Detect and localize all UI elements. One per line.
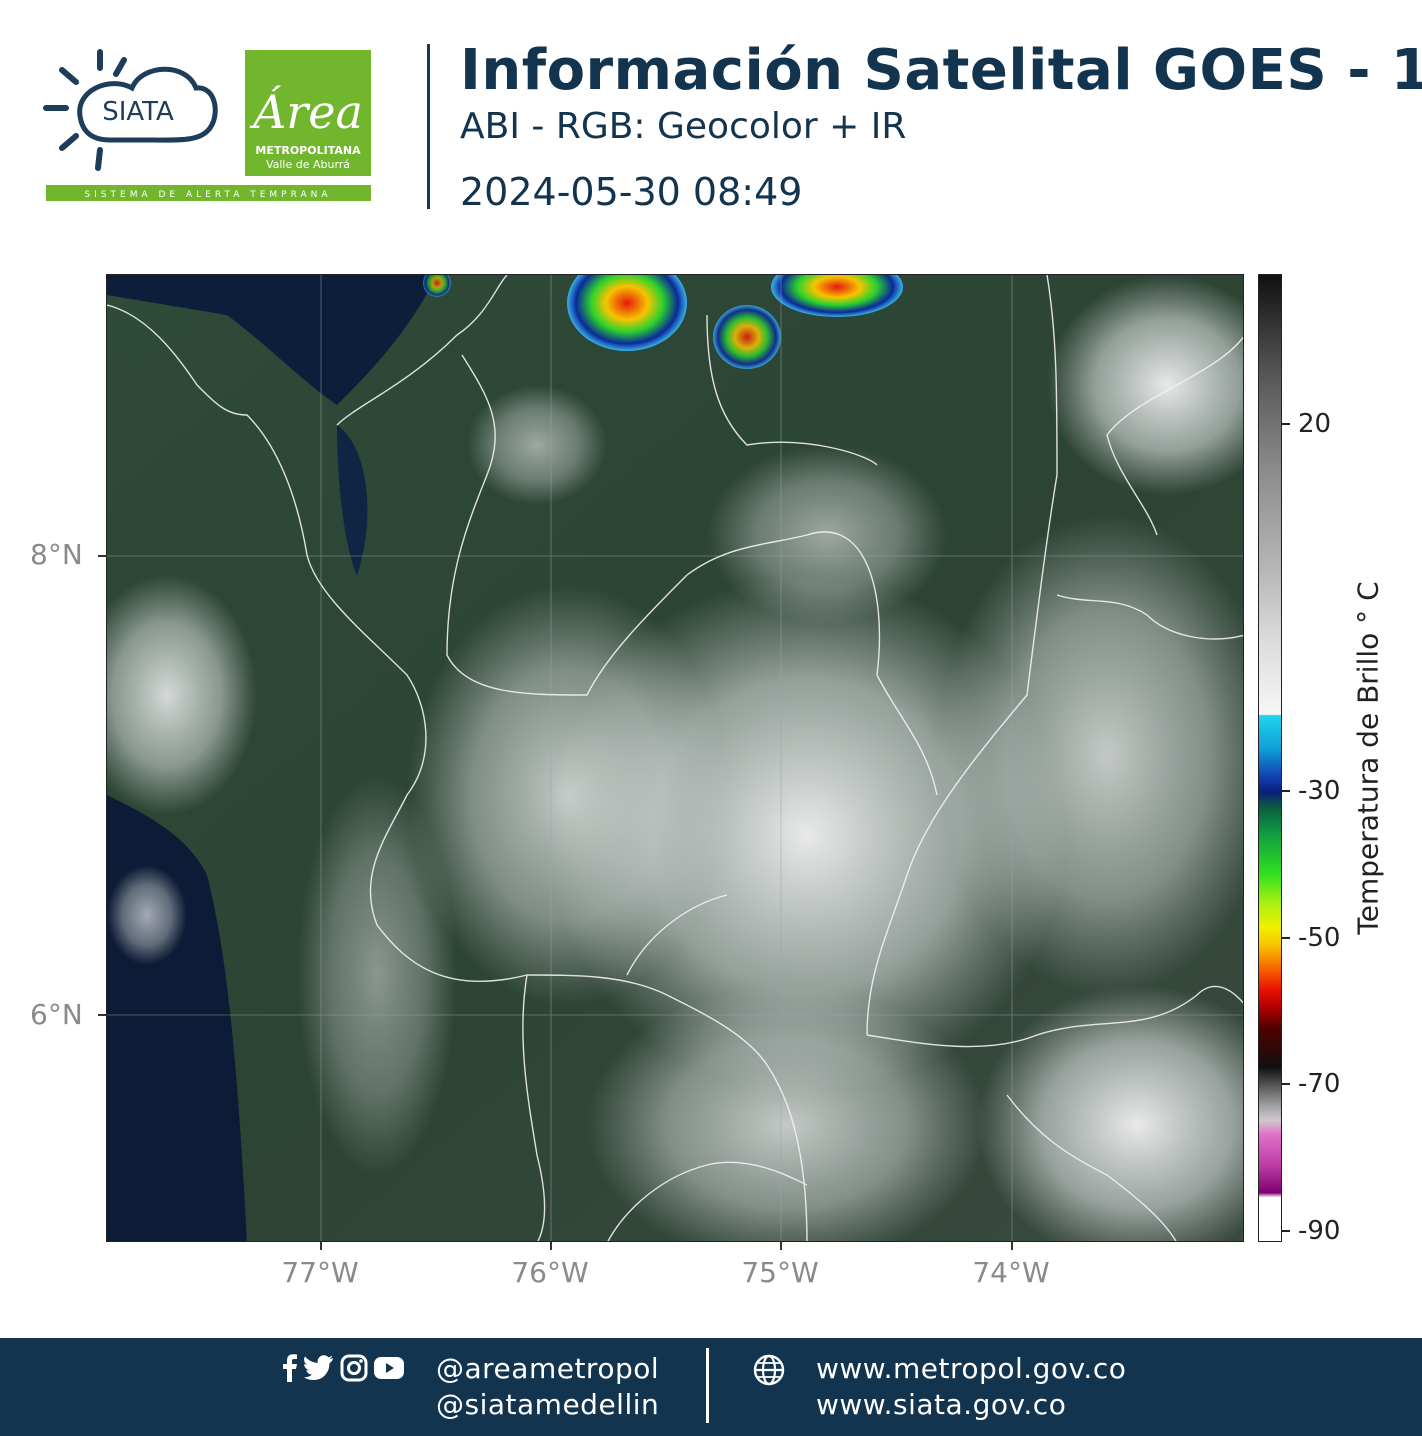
timestamp: 2024-05-30 08:49	[460, 170, 803, 214]
globe-icon	[753, 1354, 785, 1386]
lon-tick	[780, 1242, 782, 1250]
satellite-map	[106, 274, 1244, 1242]
colorbar-tick	[1282, 937, 1290, 939]
colorbar-label-minus70: -70	[1298, 1069, 1341, 1099]
svg-text:METROPOLITANA: METROPOLITANA	[255, 144, 361, 157]
colorbar-label-minus50: -50	[1298, 923, 1341, 953]
siata-logo: SIATA Área METROPOLITANA Valle de Aburrá…	[43, 49, 371, 201]
lat-label-8n: 8°N	[30, 538, 83, 571]
footer-url-siata[interactable]: www.siata.gov.co	[816, 1388, 1066, 1421]
colorbar-label-minus90: -90	[1298, 1216, 1341, 1246]
colorbar-label-minus30: -30	[1298, 776, 1341, 806]
lon-label-77w: 77°W	[281, 1256, 359, 1289]
lon-label-76w: 76°W	[511, 1256, 589, 1289]
footer-url-metropol[interactable]: www.metropol.gov.co	[816, 1352, 1126, 1385]
facebook-icon[interactable]	[282, 1354, 298, 1382]
colorbar-tick	[1282, 1230, 1290, 1232]
lon-tick	[320, 1242, 322, 1250]
siata-tagline: SISTEMA DE ALERTA TEMPRANA	[84, 190, 331, 200]
youtube-icon[interactable]	[374, 1356, 404, 1380]
colorbar-title: Temperatura de Brillo ° C	[1351, 581, 1385, 935]
twitter-icon[interactable]	[304, 1355, 334, 1381]
svg-text:Valle de Aburrá: Valle de Aburrá	[266, 158, 350, 171]
header-divider	[427, 44, 430, 209]
footer: @areametropol @siatamedellin www.metropo…	[0, 1338, 1422, 1436]
footer-handle-areametropol[interactable]: @areametropol	[436, 1352, 659, 1385]
lat-label-6n: 6°N	[30, 998, 83, 1031]
colorbar-label-20: 20	[1298, 409, 1332, 439]
colorbar	[1258, 274, 1282, 1242]
lat-tick	[98, 1014, 106, 1016]
lon-tick	[550, 1242, 552, 1250]
colorbar-tick	[1282, 790, 1290, 792]
footer-divider	[706, 1348, 709, 1423]
colorbar-tick	[1282, 423, 1290, 425]
siata-logo-text: SIATA	[102, 97, 174, 127]
social-icons	[282, 1354, 404, 1382]
page-title: Información Satelital GOES - 16	[460, 38, 1422, 103]
instagram-icon[interactable]	[340, 1354, 368, 1382]
lon-label-74w: 74°W	[972, 1256, 1050, 1289]
footer-handle-siatamedellin[interactable]: @siatamedellin	[436, 1388, 659, 1421]
satellite-image	[107, 275, 1243, 1241]
page-subtitle: ABI - RGB: Geocolor + IR	[460, 106, 907, 147]
lon-label-75w: 75°W	[741, 1256, 819, 1289]
lat-tick	[98, 555, 106, 557]
logos: SIATA Área METROPOLITANA Valle de Aburrá…	[40, 40, 380, 210]
lon-tick	[1011, 1242, 1013, 1250]
area-logo-text: Área	[249, 84, 363, 139]
colorbar-tick	[1282, 1083, 1290, 1085]
